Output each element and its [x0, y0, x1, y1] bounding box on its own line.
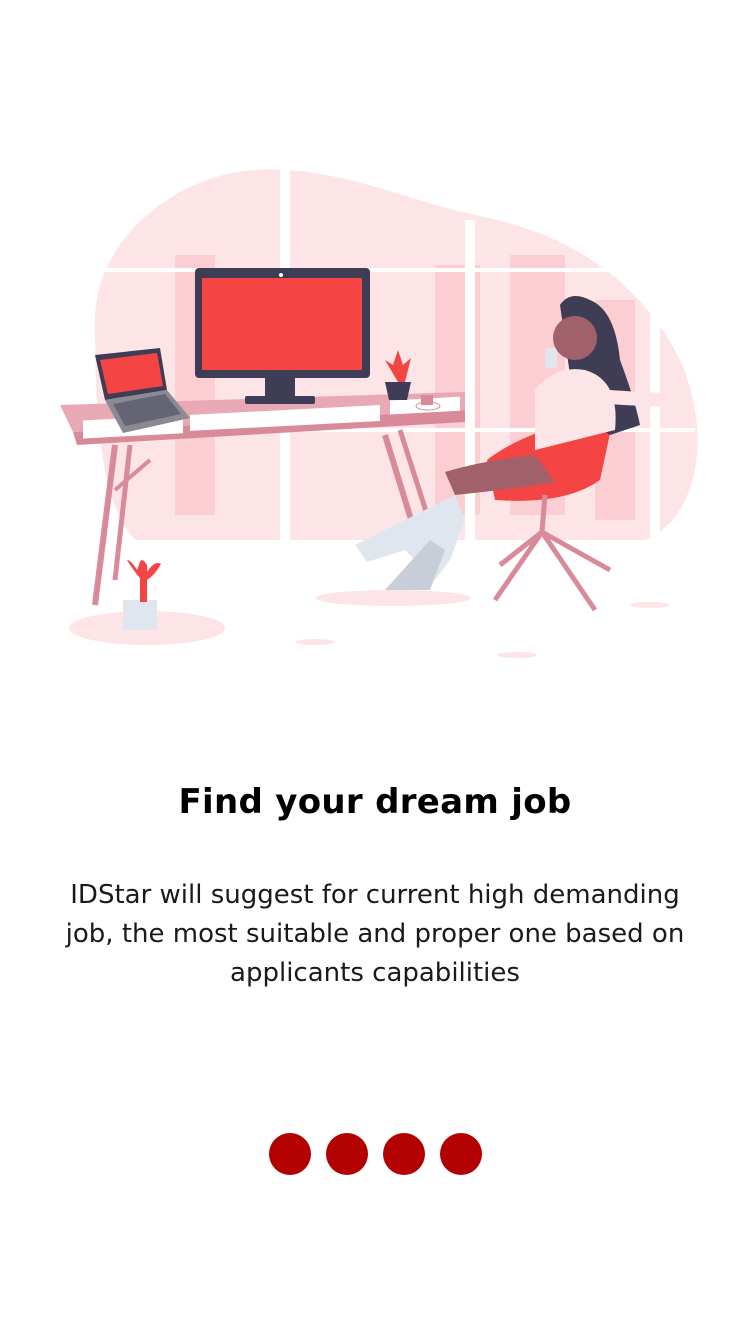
page-indicator	[0, 1133, 750, 1175]
onboarding-description: IDStar will suggest for current high dem…	[65, 880, 685, 988]
page-dot-2[interactable]	[325, 1133, 368, 1175]
page-dot-4[interactable]	[439, 1133, 482, 1175]
page-dot-3[interactable]	[382, 1133, 425, 1175]
onboarding-title: Find your dream job	[178, 782, 572, 822]
hero-illustration	[55, 160, 700, 665]
woman-at-desk-illustration-icon	[60, 165, 698, 658]
page-dot-1[interactable]	[268, 1133, 311, 1175]
